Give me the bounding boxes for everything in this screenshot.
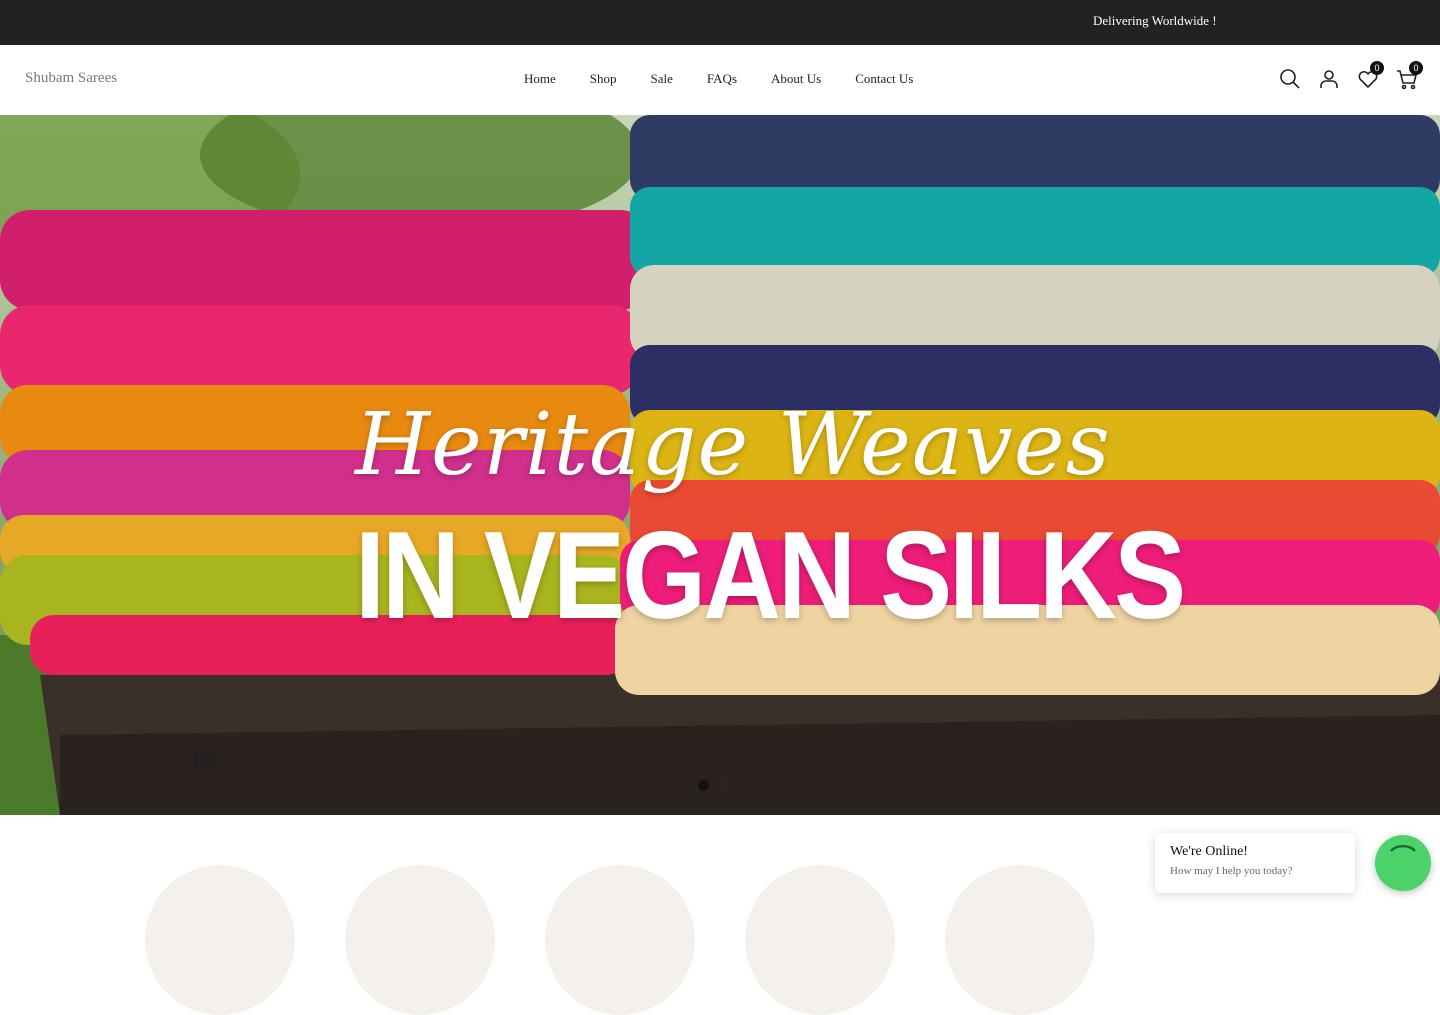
hero-title-script: Heritage Weaves [355, 395, 1111, 495]
nav-sale[interactable]: Sale [651, 71, 673, 87]
chat-icon [1390, 844, 1416, 852]
chat-subtitle: How may I help you today? [1170, 865, 1293, 877]
search-icon[interactable] [1278, 67, 1302, 91]
wishlist-button[interactable]: 0 [1356, 61, 1384, 91]
category-circle[interactable] [345, 865, 495, 1015]
nav-faqs[interactable]: FAQs [707, 71, 737, 87]
header-actions: 0 0 [1278, 61, 1428, 93]
nav-shop[interactable]: Shop [590, 71, 617, 87]
cart-button[interactable]: 0 [1395, 61, 1423, 91]
announcement-bar: Delivering Worldwide ! [0, 0, 1440, 45]
hero-title-bold: IN VEGAN SILKS [355, 505, 1186, 645]
chat-launcher-button[interactable] [1375, 835, 1431, 891]
slide-indicators [698, 780, 730, 791]
nav-home[interactable]: Home [524, 71, 556, 87]
category-circle[interactable] [945, 865, 1095, 1015]
main-nav: Home Shop Sale FAQs About Us Contact Us [524, 71, 913, 87]
hero-slideshow[interactable]: Heritage Weaves IN VEGAN SILKS [0, 115, 1440, 815]
category-circle[interactable] [145, 865, 295, 1015]
slide-dot-1[interactable] [698, 780, 709, 791]
site-logo[interactable]: Shubam Sarees [25, 70, 117, 87]
slide-dot-2[interactable] [719, 780, 730, 791]
nav-about-us[interactable]: About Us [771, 71, 821, 87]
wishlist-count-badge: 0 [1370, 61, 1384, 75]
category-circle[interactable] [745, 865, 895, 1015]
account-icon[interactable] [1317, 67, 1341, 91]
chat-title: We're Online! [1170, 844, 1248, 859]
site-header: Shubam Sarees Home Shop Sale FAQs About … [0, 45, 1440, 115]
nav-contact-us[interactable]: Contact Us [855, 71, 913, 87]
chat-greeting-card[interactable]: We're Online! How may I help you today? [1155, 833, 1355, 893]
category-circle[interactable] [545, 865, 695, 1015]
announcement-text: Delivering Worldwide ! [1093, 13, 1217, 28]
cart-count-badge: 0 [1409, 61, 1423, 75]
